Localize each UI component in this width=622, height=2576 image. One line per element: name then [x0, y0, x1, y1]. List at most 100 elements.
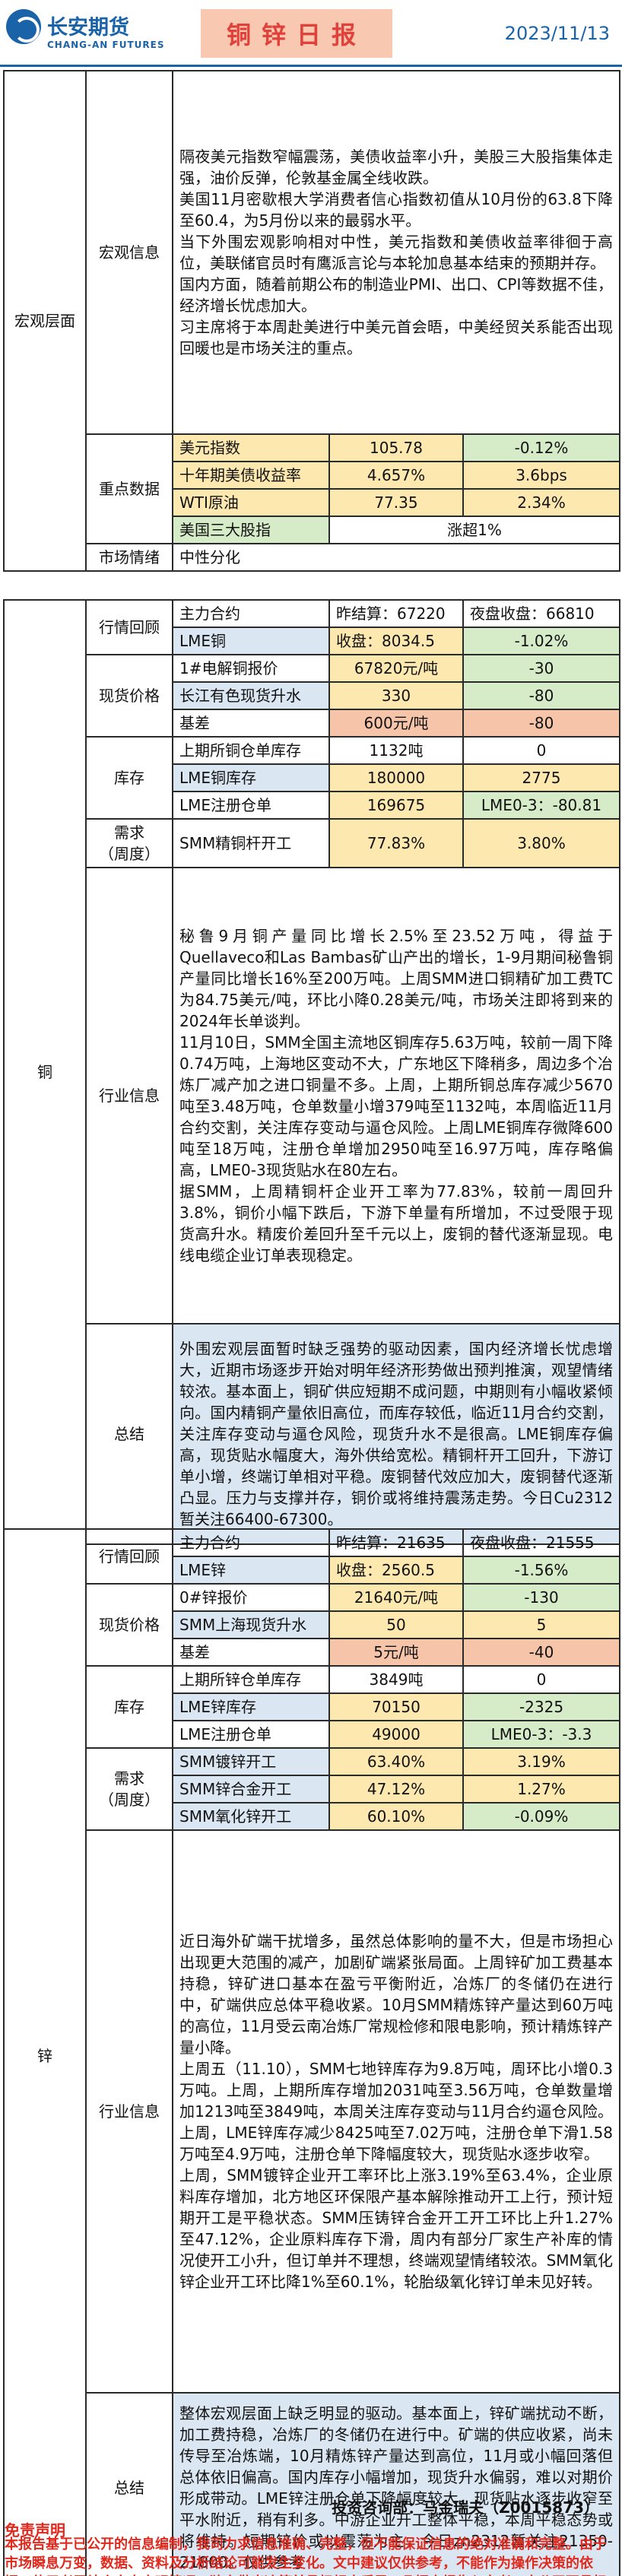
data-change-dxy: -0.12%	[462, 433, 621, 462]
zinc-stock-value-0: 3849吨	[328, 1665, 464, 1694]
daily-report-page: 长安期货 CHANG-AN FUTURES 铜锌日报 2023/11/13 宏观…	[0, 0, 622, 2576]
disclaimer-text: 本报告基于已公开的信息编制，我司力求信息准确、完整，但不能保证信息的绝对准确和完…	[5, 2536, 607, 2576]
copper-stock-label: 库存	[85, 736, 173, 820]
copper-stock-value-1: 180000	[328, 763, 464, 792]
zinc-stock-name-2: LME注册仓单	[172, 1720, 330, 1749]
copper-stock-change-2: LME0-3：-80.81	[462, 791, 620, 820]
macro-news-paragraph: 习主席将于本周赴美进行中美元首会晤，中美经贸关系能否出现回暖也是市场关注的重点。	[179, 318, 614, 357]
zinc-night-close: 夜盘收盘：21555	[462, 1528, 620, 1557]
copper-spot-name-2: 基差	[172, 709, 330, 738]
zinc-demand-change-2: -0.09%	[462, 1802, 620, 1831]
zinc-demand-value-2: 60.10%	[328, 1802, 464, 1831]
logo-english: CHANG-AN FUTURES	[47, 40, 165, 50]
copper-demand-label-paragraph: （周度）	[99, 845, 160, 863]
market-sentiment-label: 市场情绪	[85, 543, 173, 572]
copper-spot-change-0: -30	[462, 654, 620, 683]
zinc-spot-label: 现货价格	[85, 1583, 173, 1667]
copper-stock-name-2: LME注册仓单	[172, 791, 330, 820]
copper-industry-label: 行业信息	[85, 867, 173, 1324]
copper-demand-label-lines: 需求 （周度）	[93, 822, 166, 864]
macro-news-paragraph: 隔夜美元指数窄幅震荡，美债收益率小升，美股三大股指集体走强，油价反弹，伦敦基金属…	[179, 148, 614, 187]
zinc-demand-label-lines: 需求 （周度）	[93, 1768, 166, 1810]
zinc-demand-value-1: 47.12%	[328, 1775, 464, 1804]
zinc-spot-name-2: 基差	[172, 1638, 330, 1667]
zinc-industry-paragraph: 上周，SMM镀锌企业开工率环比上涨3.19%至63.4%，企业原料库存增加，北方…	[179, 2166, 613, 2291]
data-name-dxy: 美元指数	[172, 433, 330, 462]
key-data-label: 重点数据	[85, 433, 173, 544]
zinc-lme-label: LME锌	[172, 1556, 330, 1585]
company-logo: 长安期货 CHANG-AN FUTURES	[6, 8, 163, 61]
zinc-stock-change-1: -2325	[462, 1692, 620, 1721]
copper-lme-label: LME铜	[172, 627, 330, 655]
copper-night-close: 夜盘收盘：66810	[462, 599, 620, 628]
data-change-wti: 2.34%	[462, 488, 621, 517]
zinc-lme-close: 收盘：2560.5	[328, 1556, 464, 1585]
copper-spot-value-1: 330	[328, 681, 464, 710]
copper-industry-paragraphs: 秘鲁9月铜产量同比增长2.5%至23.52万吨，得益于Quellaveco和La…	[179, 925, 613, 1266]
zinc-stock-change-0: 0	[462, 1665, 620, 1694]
copper-prev-settle: 昨结算：67220	[328, 599, 464, 628]
data-value-dxy: 105.78	[328, 433, 464, 462]
copper-spot-change-2: -80	[462, 709, 620, 738]
report-header: 长安期货 CHANG-AN FUTURES 铜锌日报 2023/11/13	[0, 0, 622, 67]
zinc-spot-change-2: -40	[462, 1638, 620, 1667]
macro-news-label: 宏观信息	[85, 70, 173, 435]
copper-table: 铜 行情回顾 主力合约 昨结算：67220 夜盘收盘：66810 LME铜 收盘…	[3, 599, 620, 1545]
zinc-section-label: 锌	[3, 1528, 87, 2576]
copper-demand-value: 77.83%	[328, 818, 464, 868]
copper-lme-change: -1.02%	[462, 627, 620, 655]
zinc-industry-paragraphs: 近日海外矿端干扰增多，虽然总体影响的量不大，但是市场担心出现更大范围的减产，加剧…	[179, 1930, 613, 2292]
macro-news-text: 隔夜美元指数窄幅震荡，美债收益率小升，美股三大股指集体走强，油价反弹，伦敦基金属…	[171, 70, 621, 435]
zinc-industry-paragraph: 近日海外矿端干扰增多，虽然总体影响的量不大，但是市场担心出现更大范围的减产，加剧…	[179, 1932, 613, 2057]
zinc-stock-label: 库存	[85, 1665, 173, 1749]
copper-spot-name-0: 1#电解铜报价	[172, 654, 330, 683]
data-name-us-indices: 美国三大股指	[172, 516, 330, 544]
data-value-ust10y: 4.657%	[328, 461, 464, 490]
copper-demand-label-paragraph: 需求	[114, 823, 144, 842]
zinc-quote-label: 行情回顾	[85, 1528, 173, 1585]
zinc-table: 锌 行情回顾 主力合约 昨结算：21635 夜盘收盘：21555 LME锌 收盘…	[3, 1528, 620, 2576]
logo-icon	[6, 9, 41, 44]
copper-main-contract: 主力合约	[172, 599, 330, 628]
zinc-stock-name-1: LME锌库存	[172, 1692, 330, 1721]
copper-spot-value-2: 600元/吨	[328, 709, 464, 738]
copper-spot-label: 现货价格	[85, 654, 173, 738]
zinc-industry-label: 行业信息	[85, 1829, 173, 2394]
zinc-prev-settle: 昨结算：21635	[328, 1528, 464, 1557]
copper-stock-name-1: LME铜库存	[172, 763, 330, 792]
zinc-demand-label-paragraph: 需求	[114, 1769, 144, 1788]
copper-industry-paragraph: 11月10日，SMM全国主流地区铜库存5.63万吨，较前一周下降0.74万吨，上…	[179, 1033, 613, 1179]
data-name-ust10y: 十年期美债收益率	[172, 461, 330, 490]
zinc-demand-name-1: SMM锌合金开工	[172, 1775, 330, 1804]
zinc-demand-change-1: 1.27%	[462, 1775, 620, 1804]
copper-summary-label: 总结	[85, 1323, 173, 1545]
data-value-wti: 77.35	[328, 488, 464, 517]
copper-stock-name-0: 上期所铜仓单库存	[172, 736, 330, 765]
macro-news-paragraph: 当下外围宏观影响相对中性，美元指数和美债收益率徘徊于高位，美联储官员时有鹰派言论…	[179, 233, 614, 272]
zinc-demand-change-0: 3.19%	[462, 1747, 620, 1776]
zinc-demand-name-2: SMM氧化锌开工	[172, 1802, 330, 1831]
copper-demand-name: SMM精铜杆开工	[172, 818, 330, 868]
market-sentiment-value: 中性分化	[171, 543, 621, 572]
zinc-spot-name-1: SMM上海现货升水	[172, 1610, 330, 1639]
zinc-industry-text: 近日海外矿端干扰增多，虽然总体影响的量不大，但是市场担心出现更大范围的减产，加剧…	[172, 1829, 620, 2394]
macro-news-paragraphs: 隔夜美元指数窄幅震荡，美债收益率小升，美股三大股指集体走强，油价反弹，伦敦基金属…	[179, 146, 613, 359]
logo-chinese: 长安期货	[47, 16, 129, 40]
copper-spot-value-0: 67820元/吨	[328, 654, 464, 683]
copper-lme-close: 收盘：8034.5	[328, 627, 464, 655]
macro-section-label: 宏观层面	[3, 70, 87, 572]
zinc-demand-label-paragraph: （周度）	[99, 1791, 160, 1809]
copper-industry-paragraph: 据SMM，上周精铜杆企业开工率为77.83%，较前一周回升3.8%，铜价小幅下跌…	[179, 1182, 613, 1264]
zinc-spot-change-0: -130	[462, 1583, 620, 1612]
zinc-spot-value-0: 21640元/吨	[328, 1583, 464, 1612]
copper-spot-change-1: -80	[462, 681, 620, 710]
copper-stock-value-0: 1132吨	[328, 736, 464, 765]
zinc-main-contract: 主力合约	[172, 1528, 330, 1557]
data-name-wti: WTI原油	[172, 488, 330, 517]
zinc-stock-value-2: 49000	[328, 1720, 464, 1749]
report-title: 铜锌日报	[201, 9, 392, 58]
zinc-stock-change-2: LME0-3：-3.3	[462, 1720, 620, 1749]
copper-quote-label: 行情回顾	[85, 599, 173, 655]
report-date: 2023/11/13	[504, 23, 610, 44]
zinc-lme-change: -1.56%	[462, 1556, 620, 1585]
